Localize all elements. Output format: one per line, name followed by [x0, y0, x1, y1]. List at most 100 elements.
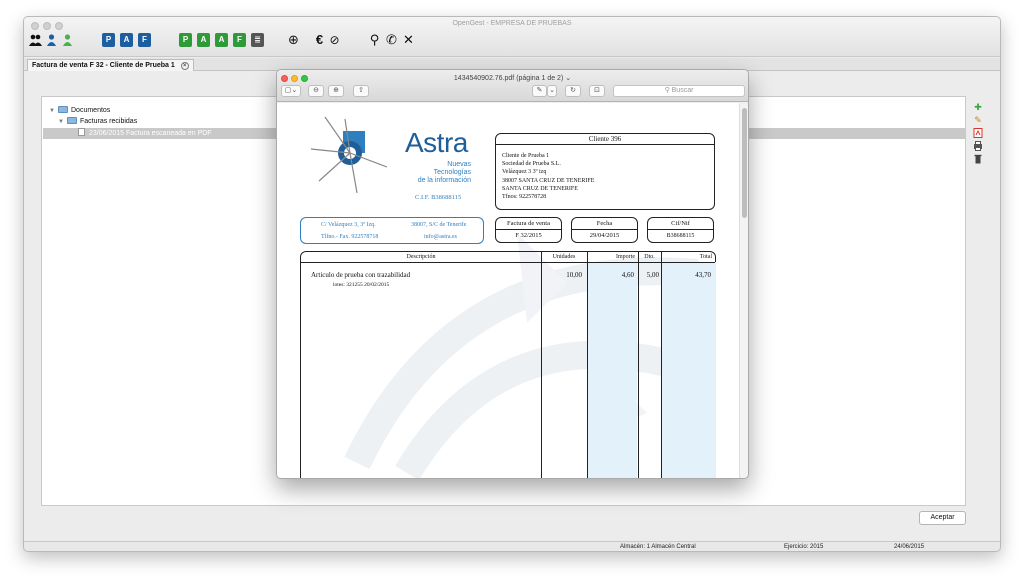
tree-item-documentos[interactable]: ▼ Documentos: [49, 105, 110, 116]
tagline-line-2: de la información: [417, 177, 471, 184]
share-button[interactable]: ⇧: [353, 85, 369, 97]
tree-item-facturas-recibidas[interactable]: ▼ Facturas recibidas: [58, 116, 137, 127]
doc-green-2-icon[interactable]: A: [197, 33, 210, 47]
header-unidades: Unidades: [552, 254, 576, 260]
print-icon[interactable]: [973, 141, 983, 151]
col-divider: [587, 252, 588, 478]
total-column-shade: [661, 262, 716, 478]
file-icon: [78, 128, 85, 136]
markup-menu-button[interactable]: ⌄: [547, 85, 557, 97]
titlebar: OpenGest - EMPRESA DE PRUEBAS P A F P A …: [24, 17, 1000, 57]
client-box: Cliente 396 Cliente de Prueba 1 Sociedad…: [495, 133, 715, 210]
row-dto: 5,00: [646, 271, 659, 279]
client-line: Velázquez 3 3º izq: [502, 169, 547, 176]
client-line: Tfnos: 922578728: [502, 194, 547, 201]
items-table: Descripción Unidades Importe Dto. Total …: [300, 251, 716, 478]
status-almacen: Almacén: 1 Almacén Central: [620, 544, 696, 550]
folder-icon: [67, 117, 77, 124]
cif-box: Cif/Nif B38688115: [647, 217, 714, 243]
globe-icon[interactable]: ⊕: [287, 33, 300, 47]
accept-button[interactable]: Aceptar: [919, 511, 966, 525]
doc-a-icon[interactable]: A: [120, 33, 133, 47]
pdf-icon[interactable]: [973, 128, 983, 138]
rotate-button[interactable]: ↻: [565, 85, 581, 97]
pdf-preview-window: 1434540902.76.pdf (página 1 de 2) ⌄ ▢⌄ ⊖…: [276, 69, 749, 479]
header-descripcion: Descripción: [406, 254, 436, 260]
toolbox-button[interactable]: ⊡: [589, 85, 605, 97]
fecha-box: Fecha 29/04/2015: [571, 217, 638, 243]
header-divider: [301, 262, 715, 263]
clock-icon[interactable]: ⊘: [328, 33, 341, 47]
app-title: OpenGest - EMPRESA DE PRUEBAS: [452, 20, 572, 27]
row-total: 43,70: [695, 271, 711, 279]
company-address: C/ Velázquez 3, 3º Izq.: [321, 222, 376, 228]
importe-column-shade: [587, 262, 637, 478]
search-icon: ⚲: [664, 87, 672, 94]
col-divider: [638, 252, 639, 478]
status-ejercicio: Ejercicio: 2015: [784, 544, 824, 550]
pdf-search-input[interactable]: ⚲ Buscar: [613, 85, 745, 97]
phone-icon[interactable]: ✆: [385, 33, 398, 47]
sidebar-toggle-button[interactable]: ▢⌄: [281, 85, 301, 97]
delete-icon[interactable]: [973, 154, 983, 164]
cif-label: Cif/Nif: [648, 218, 713, 230]
row-unidades: 10,00: [566, 271, 582, 279]
tools-icon[interactable]: ✕: [402, 33, 415, 47]
client-line: SANTA CRUZ DE TENERIFE: [502, 185, 578, 192]
doc-p-icon[interactable]: P: [102, 33, 115, 47]
header-dto: Dto.: [644, 254, 655, 260]
main-toolbar: P A F P A A F ≣ ⊕ € ⊘ ⚲ ✆ ✕: [24, 31, 1000, 53]
header-importe: Importe: [616, 254, 635, 260]
tree-label-facturas: Facturas recibidas: [80, 118, 138, 125]
cif-value: B38688115: [666, 233, 695, 239]
header-total: Total: [699, 254, 712, 260]
doc-green-4-icon[interactable]: F: [233, 33, 246, 47]
company-cif: C.I.F. B38688115: [415, 194, 462, 201]
row-lotes: lotes: 321255 20/02/2015: [333, 282, 390, 288]
tab-label: Factura de venta F 32 - Cliente de Prueb…: [32, 62, 175, 69]
invoice-page: Astra Nuevas Tecnologías de la informaci…: [277, 103, 739, 478]
factura-value: F 32/2015: [515, 232, 542, 239]
tree-item-factura-pdf[interactable]: 23/06/2015 Factura escaneada en PDF: [78, 128, 212, 139]
col-divider: [661, 252, 662, 478]
edit-icon[interactable]: ✎: [973, 115, 983, 125]
search-icon[interactable]: ⚲: [368, 33, 381, 47]
zoom-in-button[interactable]: ⊕: [328, 85, 344, 97]
company-address-box: C/ Velázquez 3, 3º Izq. 38007, S/C de Te…: [300, 217, 484, 244]
users-icon[interactable]: [29, 33, 42, 47]
factura-label: Factura de venta: [496, 218, 561, 230]
pdf-scroll-thumb[interactable]: [742, 108, 747, 218]
euro-icon[interactable]: €: [313, 33, 326, 47]
user-green-icon[interactable]: [61, 33, 74, 47]
doc-f-icon[interactable]: F: [138, 33, 151, 47]
client-address: Cliente de Prueba 1 Sociedad de Prueba S…: [502, 152, 594, 201]
company-tagline: Nuevas Tecnologías de la información: [411, 161, 471, 185]
astra-logo-icon: [310, 116, 388, 194]
client-header: Cliente 396: [496, 134, 714, 145]
disclosure-down-icon[interactable]: ▼: [49, 106, 58, 117]
client-line: Cliente de Prueba 1: [502, 153, 550, 159]
client-line: Sociedad de Prueba S.L.: [502, 161, 561, 168]
client-line: 38007 SANTA CRUZ DE TENERIFE: [502, 177, 595, 184]
pdf-scrollbar[interactable]: [739, 104, 748, 478]
folder-icon: [58, 106, 68, 113]
zoom-out-button[interactable]: ⊖: [308, 85, 324, 97]
tree-label-documentos: Documentos: [71, 107, 111, 114]
pdf-title: 1434540902.76.pdf (página 1 de 2) ⌄: [453, 75, 572, 82]
tagline-line-1: Nuevas Tecnologías: [433, 161, 471, 176]
tab-factura[interactable]: Factura de venta F 32 - Cliente de Prueb…: [27, 59, 194, 71]
doc-gray-icon[interactable]: ≣: [251, 33, 264, 47]
user-icon[interactable]: [45, 33, 58, 47]
company-name: Astra: [405, 127, 468, 158]
add-icon[interactable]: ✚: [973, 102, 983, 112]
markup-button[interactable]: ✎: [532, 85, 547, 97]
tab-close-icon[interactable]: ×: [180, 62, 189, 70]
company-city: 38007, S/C de Tenerife: [411, 222, 467, 228]
disclosure-down-icon[interactable]: ▼: [58, 117, 67, 128]
company-phone: Tlfno.- Fax. 922578718: [321, 234, 379, 240]
doc-green-3-icon[interactable]: A: [215, 33, 228, 47]
doc-green-1-icon[interactable]: P: [179, 33, 192, 47]
row-importe: 4,60: [621, 271, 634, 279]
company-email: info@astra.es: [424, 234, 458, 240]
factura-box: Factura de venta F 32/2015: [495, 217, 562, 243]
